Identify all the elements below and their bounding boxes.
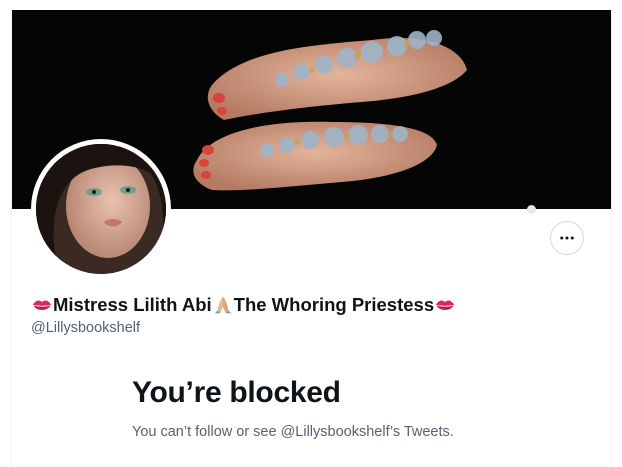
more-button[interactable] (550, 221, 584, 255)
kiss-mark-icon (434, 294, 456, 316)
blocked-message: You can’t follow or see @Lillysbookshelf… (132, 424, 454, 440)
profile-page: Mistress Lilith Abi The Whoring Priestes… (11, 10, 612, 467)
more-icon (560, 236, 574, 240)
kiss-mark-icon (31, 294, 53, 316)
profile-handle: @Lillysbookshelf (31, 320, 141, 336)
display-name-suffix: The Whoring Priestess (233, 294, 435, 315)
blocked-title: You’re blocked (132, 376, 341, 409)
folded-hands-icon (212, 294, 234, 316)
banner-indicator-dot (527, 205, 536, 214)
profile-name: Mistress Lilith Abi The Whoring Priestes… (31, 294, 456, 316)
avatar-frame[interactable] (31, 139, 171, 279)
display-name: Mistress Lilith Abi (53, 294, 212, 315)
avatar[interactable] (36, 144, 166, 274)
avatar-image (36, 144, 166, 274)
